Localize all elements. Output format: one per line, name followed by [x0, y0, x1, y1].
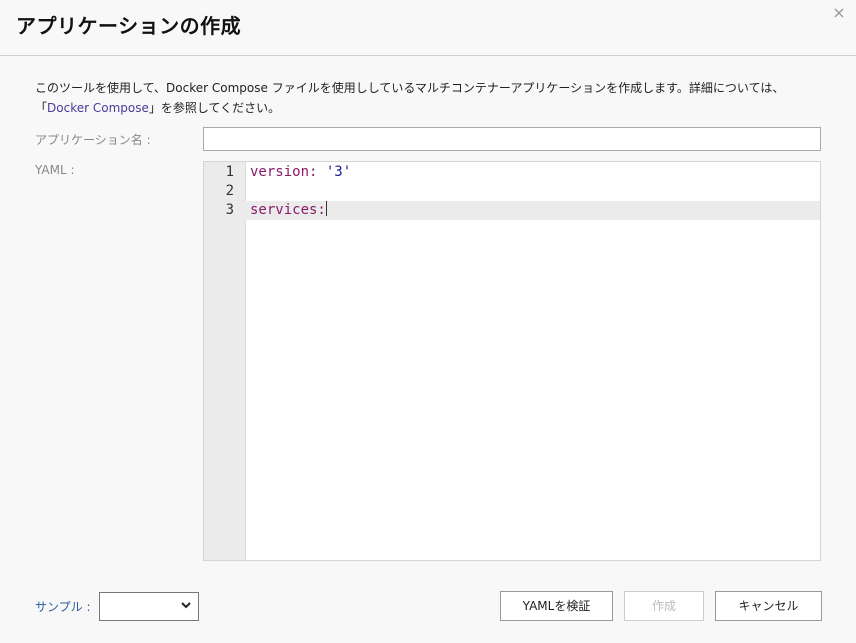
- yaml-key: services:: [250, 202, 326, 218]
- cancel-button[interactable]: キャンセル: [715, 591, 822, 621]
- editor-line-active: 3 services:: [204, 201, 820, 220]
- line-number: 3: [225, 202, 234, 218]
- line-number: 2: [225, 183, 234, 199]
- sample-label: サンプル :: [35, 600, 91, 614]
- create-application-dialog: アプリケーションの作成 × このツールを使用して、Docker Compose …: [0, 0, 856, 643]
- yaml-editor[interactable]: 1 version: '3' 2 3 services:: [203, 161, 821, 561]
- app-name-input[interactable]: [203, 127, 821, 151]
- sample-select[interactable]: [99, 592, 199, 621]
- docker-compose-link[interactable]: Docker Compose: [47, 101, 149, 115]
- validate-yaml-button[interactable]: YAMLを検証: [500, 591, 613, 621]
- editor-line: 1 version: '3': [204, 163, 820, 182]
- description: このツールを使用して、Docker Compose ファイルを使用ししているマル…: [35, 78, 825, 118]
- description-open-bracket: 「: [35, 101, 48, 115]
- close-icon[interactable]: ×: [830, 4, 848, 22]
- line-number: 1: [225, 164, 234, 180]
- dialog-title: アプリケーションの作成: [16, 14, 242, 38]
- yaml-label: YAML :: [35, 163, 75, 177]
- header-divider: [0, 55, 856, 56]
- text-cursor: [325, 201, 327, 216]
- create-button[interactable]: 作成: [624, 591, 704, 621]
- description-text: このツールを使用して、Docker Compose ファイルを使用ししているマル…: [35, 81, 785, 95]
- yaml-value: '3': [325, 164, 352, 180]
- description-tail: 」を参照してください。: [148, 101, 281, 115]
- yaml-key: version:: [250, 164, 318, 180]
- app-name-label: アプリケーション名 :: [35, 133, 151, 147]
- line-code: services:: [250, 201, 327, 220]
- editor-line: 2: [204, 182, 820, 201]
- line-number-gutter: [204, 162, 246, 560]
- chevron-down-icon: [180, 599, 192, 614]
- line-code: version: '3': [250, 163, 351, 182]
